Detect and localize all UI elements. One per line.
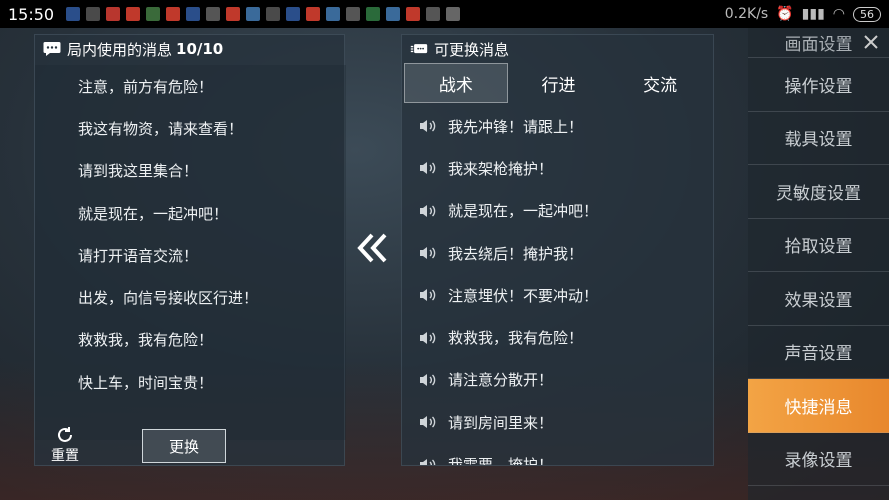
speaker-icon	[418, 414, 438, 430]
replaceable-message-item[interactable]: 我来架枪掩护！	[402, 147, 713, 189]
replaceable-message-item[interactable]: 注意埋伏！不要冲动！	[402, 274, 713, 316]
message-swap-icon	[410, 41, 428, 57]
replaceable-message-text: 我去绕后！掩护我！	[448, 244, 584, 263]
settings-sidebar: 画面设置 操作设置 载具设置 灵敏度设置 拾取设置 效果设置 声音设置 快捷消息 录像设置	[748, 28, 889, 500]
notification-icon	[326, 7, 340, 21]
in-game-message-item[interactable]: 我这有物资，请来查看！	[35, 107, 344, 149]
replaceable-message-text: 我来架枪掩护！	[448, 159, 554, 178]
speaker-icon	[418, 287, 438, 303]
notification-icon	[286, 7, 300, 21]
replaceable-message-text: 我需要…掩护！	[448, 454, 553, 465]
speaker-icon	[418, 457, 438, 465]
notification-icon	[66, 7, 80, 21]
speaker-icon	[418, 160, 438, 176]
status-time: 15:50	[8, 4, 55, 24]
replaceable-message-item[interactable]: 我需要…掩护！	[402, 443, 713, 465]
replaceable-message-text: 请到房间里来！	[448, 413, 554, 432]
reset-button[interactable]: 重置	[47, 425, 83, 465]
sidebar-item-0[interactable]: 操作设置	[748, 58, 889, 112]
replaceable-message-item[interactable]: 我去绕后！掩护我！	[402, 232, 713, 274]
double-chevron-left-icon[interactable]	[356, 232, 390, 264]
right-panel-title: 可更换消息	[434, 40, 510, 59]
replaceable-messages-panel: 可更换消息 战术 行进 交流 我先冲锋！请跟上！ 我来架枪掩护！ 就是现在，一起冲吧！我…	[401, 34, 714, 466]
alarm-icon: ⏰	[776, 6, 794, 22]
notification-icons	[66, 7, 460, 21]
replaceable-message-text: 就是现在，一起冲吧！	[448, 202, 599, 221]
replace-button[interactable]: 更换	[142, 429, 226, 463]
left-panel-title: 局内使用的消息	[67, 40, 173, 59]
notification-icon	[366, 7, 380, 21]
notification-icon	[166, 7, 180, 21]
left-panel-header: 局内使用的消息 10/10	[35, 35, 344, 63]
replaceable-message-text: 救救我，我有危险！	[448, 329, 584, 348]
notification-icon	[126, 7, 140, 21]
replaceable-message-text: 我先冲锋！请跟上！	[448, 117, 584, 136]
in-game-messages-panel: 局内使用的消息 10/10 注意，前方有危险！ 我这有物资，请来查看！ 请到我这里集…	[34, 34, 346, 466]
sidebar-item-5[interactable]: 声音设置	[748, 326, 889, 379]
sidebar-item-4[interactable]: 效果设置	[748, 272, 889, 326]
sidebar-item-6[interactable]: 快捷消息	[748, 379, 889, 433]
notification-icon	[206, 7, 220, 21]
in-game-message-item[interactable]: 快上车，时间宝贵！	[35, 361, 344, 403]
in-game-message-item[interactable]: 出发，向信号接收区行进！	[35, 276, 344, 318]
sidebar-item-2[interactable]: 灵敏度设置	[748, 165, 889, 219]
replaceable-message-text: 请注意分散开！	[448, 371, 554, 390]
notification-icon	[306, 7, 320, 21]
replaceable-message-text: 注意埋伏！不要冲动！	[448, 286, 599, 305]
status-bar: 15:50 0.2K/s ⏰ ▮▮▮ ◠ 56	[0, 0, 889, 28]
close-icon[interactable]	[861, 32, 881, 52]
notification-icon	[226, 7, 240, 21]
notification-icon	[266, 7, 280, 21]
notification-icon	[86, 7, 100, 21]
replaceable-list-container: 我先冲锋！请跟上！ 我来架枪掩护！ 就是现在，一起冲吧！ 我去绕后！掩护我！ 注意埋伏！…	[402, 103, 713, 465]
notification-icon	[146, 7, 160, 21]
speaker-icon	[418, 118, 438, 134]
in-game-message-item[interactable]: 就是现在，一起冲吧！	[35, 192, 344, 234]
tab-2[interactable]: 交流	[609, 63, 711, 103]
replaceable-message-item[interactable]: 就是现在，一起冲吧！	[402, 190, 713, 232]
notification-icon	[446, 7, 460, 21]
right-panel-header: 可更换消息	[402, 35, 713, 63]
battery-indicator: 56	[853, 6, 881, 22]
sidebar-items: 操作设置 载具设置 灵敏度设置 拾取设置 效果设置 声音设置 快捷消息 录像设置	[748, 58, 889, 486]
message-count: 10/10	[176, 40, 224, 58]
replaceable-message-list: 我先冲锋！请跟上！ 我来架枪掩护！ 就是现在，一起冲吧！ 我去绕后！掩护我！ 注意埋伏！…	[402, 103, 713, 465]
status-right: 0.2K/s ⏰ ▮▮▮ ◠ 56	[725, 6, 881, 22]
sidebar-item-1[interactable]: 载具设置	[748, 112, 889, 165]
wifi-icon: ◠	[832, 6, 845, 22]
notification-icon	[406, 7, 420, 21]
replaceable-message-item[interactable]: 请注意分散开！	[402, 359, 713, 401]
sidebar-item-3[interactable]: 拾取设置	[748, 219, 889, 272]
notification-icon	[346, 7, 360, 21]
refresh-icon	[58, 427, 72, 442]
speaker-icon	[418, 245, 438, 261]
in-game-message-item[interactable]: 救救我，我有危险！	[35, 319, 344, 361]
chat-bubble-icon	[43, 41, 61, 57]
signal-icon: ▮▮▮	[801, 6, 825, 22]
speaker-icon	[418, 372, 438, 388]
tab-1[interactable]: 行进	[508, 63, 610, 103]
replaceable-message-item[interactable]: 救救我，我有危险！	[402, 316, 713, 358]
notification-icon	[186, 7, 200, 21]
replaceable-message-item[interactable]: 请到房间里来！	[402, 401, 713, 443]
in-game-message-item[interactable]: 注意，前方有危险！	[35, 65, 344, 107]
replaceable-message-item[interactable]: 我先冲锋！请跟上！	[402, 105, 713, 147]
reset-label: 重置	[51, 448, 79, 464]
speaker-icon	[418, 330, 438, 346]
sidebar-item-7[interactable]: 录像设置	[748, 433, 889, 486]
notification-icon	[386, 7, 400, 21]
message-category-tabs: 战术 行进 交流	[404, 63, 711, 103]
speaker-icon	[418, 203, 438, 219]
network-speed: 0.2K/s	[724, 6, 769, 22]
notification-icon	[246, 7, 260, 21]
in-game-message-list: 注意，前方有危险！ 我这有物资，请来查看！ 请到我这里集合！ 就是现在，一起冲吧！ 请打…	[35, 63, 344, 403]
in-game-message-item[interactable]: 请到我这里集合！	[35, 150, 344, 192]
notification-icon	[106, 7, 120, 21]
in-game-message-item[interactable]: 请打开语音交流！	[35, 234, 344, 276]
tab-0[interactable]: 战术	[404, 63, 508, 103]
notification-icon	[426, 7, 440, 21]
